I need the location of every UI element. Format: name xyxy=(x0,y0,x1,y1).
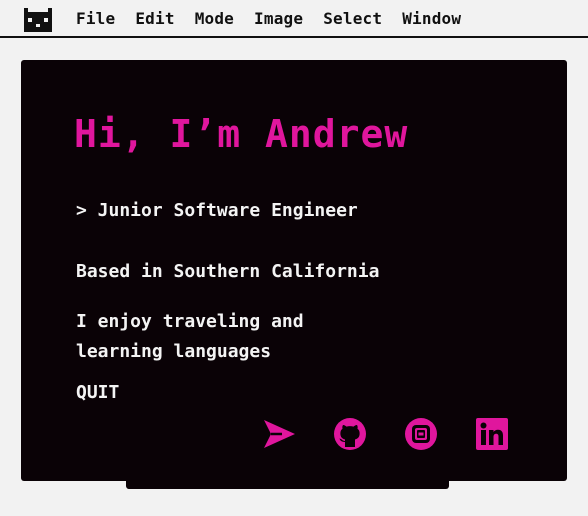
menu-image[interactable]: Image xyxy=(254,10,303,28)
quit-button[interactable]: QUIT xyxy=(76,382,119,404)
linkedin-icon[interactable] xyxy=(475,417,509,451)
menu-file[interactable]: File xyxy=(76,10,115,28)
menu-select[interactable]: Select xyxy=(323,10,382,28)
window-base xyxy=(126,478,449,489)
hobby-line-2: learning languages xyxy=(76,341,272,362)
location-line: Based in Southern California xyxy=(76,261,380,282)
menu-items: File Edit Mode Image Select Window xyxy=(76,10,461,28)
role-line: > Junior Software Engineer xyxy=(76,200,358,221)
instagram-icon[interactable] xyxy=(404,417,438,451)
menu-mode[interactable]: Mode xyxy=(195,10,234,28)
greeting-heading: Hi, I’m Andrew xyxy=(74,112,409,156)
menu-bar: File Edit Mode Image Select Window xyxy=(0,0,588,38)
hobby-text: I enjoy traveling and learning languages xyxy=(76,307,304,367)
menu-edit[interactable]: Edit xyxy=(135,10,174,28)
hobby-line-1: I enjoy traveling and xyxy=(76,311,304,332)
cat-face-icon[interactable] xyxy=(24,8,52,32)
send-icon[interactable] xyxy=(262,417,296,451)
github-icon[interactable] xyxy=(333,417,367,451)
menu-window[interactable]: Window xyxy=(402,10,461,28)
